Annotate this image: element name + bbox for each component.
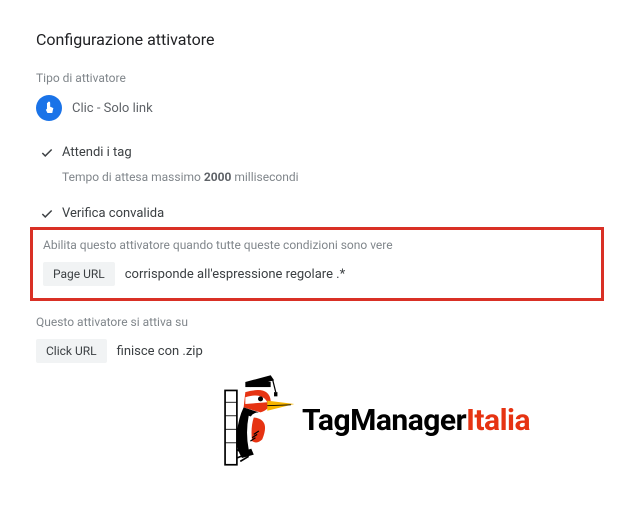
trigger-type-row[interactable]: Clic - Solo link	[36, 95, 604, 121]
checkmark-icon	[40, 207, 54, 221]
validation-label: Verifica convalida	[62, 206, 164, 221]
wait-time-text: Tempo di attesa massimo 2000 millisecond…	[62, 170, 604, 184]
logo-text: TagManagerItalia	[302, 403, 530, 438]
enable-conditions-label: Abilita questo attivatore quando tutte q…	[43, 238, 591, 252]
enable-condition-row[interactable]: Page URL corrisponde all'espressione reg…	[43, 262, 591, 286]
enable-conditions-highlight: Abilita questo attivatore quando tutte q…	[30, 227, 604, 301]
checkmark-icon	[40, 146, 54, 160]
check-validation-row[interactable]: Verifica convalida	[40, 206, 604, 221]
wait-tags-label: Attendi i tag	[62, 145, 132, 160]
page-title: Configurazione attivatore	[36, 30, 604, 49]
trigger-type-value: Clic - Solo link	[72, 101, 153, 116]
condition-variable-chip[interactable]: Page URL	[43, 262, 115, 286]
fires-on-label: Questo attivatore si attiva su	[36, 315, 604, 329]
wait-tags-checkbox-row[interactable]: Attendi i tag	[40, 145, 604, 160]
condition-operator-value: corrisponde all'espressione regolare .*	[125, 267, 345, 282]
trigger-type-label: Tipo di attivatore	[36, 71, 604, 85]
fires-on-variable-chip[interactable]: Click URL	[36, 339, 107, 363]
click-link-icon	[36, 95, 62, 121]
fires-on-row[interactable]: Click URL finisce con .zip	[36, 339, 604, 363]
brand-logo: TagManagerItalia	[220, 370, 530, 470]
fires-on-operator-value: finisce con .zip	[117, 344, 203, 359]
woodpecker-icon	[220, 370, 296, 470]
